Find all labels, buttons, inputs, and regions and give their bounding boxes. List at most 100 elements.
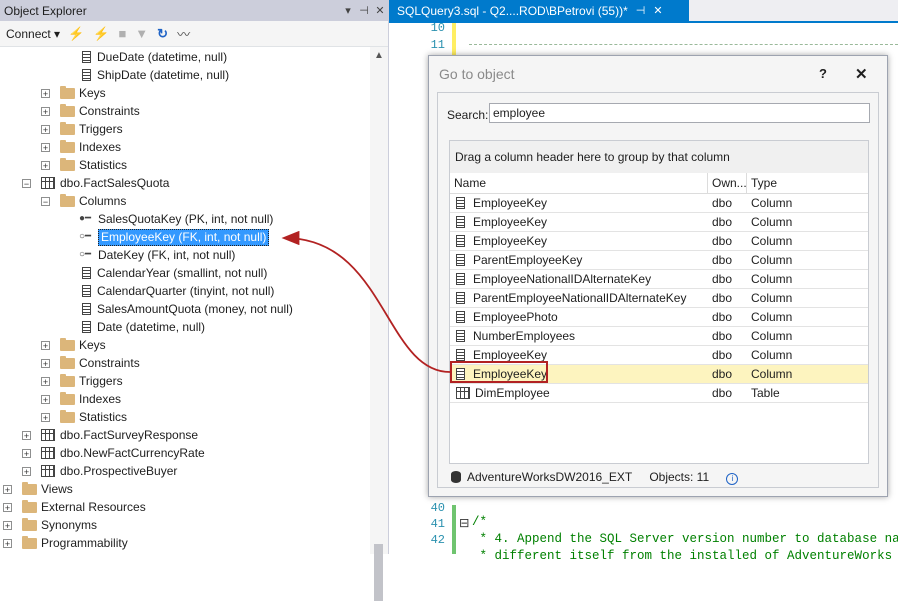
disconnect-icon[interactable]: ⚡ xyxy=(93,26,109,42)
expand-icon[interactable]: + xyxy=(41,395,50,405)
tree-node[interactable]: Synonyms xyxy=(22,516,97,534)
collapse-icon[interactable]: − xyxy=(22,179,31,189)
result-name-cell: EmployeeNationalIDAlternateKey xyxy=(456,270,706,289)
tree-node[interactable]: Constraints xyxy=(60,102,140,120)
close-icon[interactable]: ✕ xyxy=(372,4,388,17)
column-header-owner[interactable]: Own... xyxy=(708,173,747,193)
expand-icon[interactable]: + xyxy=(41,359,50,369)
code-separator xyxy=(469,44,898,45)
result-row[interactable]: EmployeePhoto dbo Column xyxy=(450,308,868,327)
tree-node[interactable]: Constraints xyxy=(60,354,140,372)
folder-icon xyxy=(60,355,75,369)
result-row[interactable]: ParentEmployeeKey dbo Column xyxy=(450,251,868,270)
column-header-name[interactable]: Name xyxy=(450,173,708,193)
expand-icon[interactable]: + xyxy=(3,539,12,549)
group-by-panel[interactable]: Drag a column header here to group by th… xyxy=(450,141,868,174)
tree-node[interactable]: ○━ DateKey (FK, int, not null) xyxy=(79,246,235,264)
tree-node[interactable]: ●━ SalesQuotaKey (PK, int, not null) xyxy=(79,210,273,228)
table-icon xyxy=(456,387,470,399)
expand-icon[interactable]: + xyxy=(3,503,12,513)
code-line[interactable]: /* xyxy=(472,515,487,529)
code-line[interactable]: * 4. Append the SQL Server version numbe… xyxy=(472,532,898,546)
tree-node[interactable]: Views xyxy=(22,480,73,498)
scrollbar-thumb[interactable] xyxy=(374,544,383,601)
pin-icon[interactable]: ⊣ xyxy=(356,4,372,17)
tree-node[interactable]: Date (datetime, null) xyxy=(79,318,205,336)
result-type-cell: Column xyxy=(751,196,793,210)
expand-icon[interactable]: + xyxy=(41,413,50,423)
expand-icon[interactable]: + xyxy=(22,449,31,459)
tree-node[interactable]: CalendarYear (smallint, not null) xyxy=(79,264,267,282)
tree-node[interactable]: External Resources xyxy=(22,498,146,516)
connect-icon[interactable]: ⚡ xyxy=(68,26,84,42)
scroll-up-icon[interactable]: ▲ xyxy=(374,50,384,61)
result-row[interactable]: EmployeeKey dbo Column xyxy=(450,213,868,232)
tree-node[interactable]: Programmability xyxy=(22,534,128,552)
result-row[interactable]: DimEmployee dbo Table xyxy=(450,384,868,403)
expand-icon[interactable]: + xyxy=(41,377,50,387)
result-name: EmployeeKey xyxy=(473,234,548,248)
help-button[interactable]: ? xyxy=(819,66,827,81)
result-row[interactable]: EmployeeNationalIDAlternateKey dbo Column xyxy=(450,270,868,289)
tree-node[interactable]: Indexes xyxy=(60,390,121,408)
tree-node[interactable]: Triggers xyxy=(60,372,123,390)
collapse-toggle[interactable]: ⊟ xyxy=(459,515,469,531)
info-icon[interactable]: i xyxy=(726,473,739,485)
expand-icon[interactable]: + xyxy=(22,467,31,477)
column-icon xyxy=(82,51,91,63)
window-position-icon[interactable]: ▾ xyxy=(340,4,356,17)
result-row[interactable]: NumberEmployees dbo Column xyxy=(450,327,868,346)
result-row[interactable]: EmployeeKey dbo Column xyxy=(450,232,868,251)
tree-node[interactable]: dbo.NewFactCurrencyRate xyxy=(41,444,205,462)
tree-node[interactable]: DueDate (datetime, null) xyxy=(79,48,227,66)
expand-icon[interactable]: + xyxy=(41,89,50,99)
tree-node[interactable]: dbo.ProspectiveBuyer xyxy=(41,462,177,480)
expand-icon[interactable]: + xyxy=(41,161,50,171)
tree-node[interactable]: dbo.FactSurveyResponse xyxy=(41,426,198,444)
tree-node[interactable]: dbo.FactSalesQuota xyxy=(41,174,169,192)
stop-icon[interactable]: ■ xyxy=(118,26,126,41)
result-row[interactable]: EmployeeKey dbo Column xyxy=(450,194,868,213)
close-button[interactable]: ✕ xyxy=(855,65,868,83)
activity-monitor-icon[interactable]: 〰 xyxy=(177,24,190,43)
expand-icon[interactable]: + xyxy=(41,143,50,153)
tree-node[interactable]: Statistics xyxy=(60,156,127,174)
expand-icon[interactable]: + xyxy=(3,521,12,531)
column-header-type[interactable]: Type xyxy=(747,173,868,193)
filter-icon[interactable]: ▼ xyxy=(135,26,148,41)
tree-node[interactable]: Keys xyxy=(60,336,106,354)
column-icon xyxy=(456,197,465,209)
tree-node[interactable]: Triggers xyxy=(60,120,123,138)
result-row[interactable]: ParentEmployeeNationalIDAlternateKey dbo C… xyxy=(450,289,868,308)
expand-icon[interactable]: + xyxy=(41,107,50,117)
tree-node[interactable]: ShipDate (datetime, null) xyxy=(79,66,229,84)
tree-node[interactable]: Statistics xyxy=(60,408,127,426)
tab-pin-icon[interactable]: ⊣ xyxy=(636,4,646,17)
tab-close-icon[interactable]: ✕ xyxy=(653,4,662,17)
expand-icon[interactable]: + xyxy=(41,341,50,351)
connect-button[interactable]: Connect ▾ xyxy=(6,27,60,41)
folder-icon xyxy=(60,157,75,171)
column-icon xyxy=(456,330,465,342)
collapse-icon[interactable]: − xyxy=(41,197,50,207)
tree-node[interactable]: SalesAmountQuota (money, not null) xyxy=(79,300,293,318)
search-input[interactable]: employee xyxy=(489,103,870,123)
vertical-scrollbar[interactable]: ▲ xyxy=(370,47,388,601)
tree-node[interactable]: Keys xyxy=(60,84,106,102)
tree-node[interactable]: CalendarQuarter (tinyint, not null) xyxy=(79,282,274,300)
tree-node-label: Views xyxy=(41,482,73,496)
code-line[interactable]: * different itself from the installed of… xyxy=(472,549,893,563)
expand-icon[interactable]: + xyxy=(22,431,31,441)
tree-node[interactable]: ○━ EmployeeKey (FK, int, not null) xyxy=(79,228,270,246)
folder-icon xyxy=(60,193,75,207)
tree-node[interactable]: Indexes xyxy=(60,138,121,156)
status-database: AdventureWorksDW2016_EXT xyxy=(467,470,632,484)
expand-icon[interactable]: + xyxy=(3,485,12,495)
folder-icon xyxy=(60,121,75,135)
expand-icon[interactable]: + xyxy=(41,125,50,135)
tree-node-label: dbo.ProspectiveBuyer xyxy=(60,464,178,478)
query-tab[interactable]: SQLQuery3.sql - Q2....ROD\BPetrovi (55))… xyxy=(389,0,697,21)
tree-node-label: SalesQuotaKey (PK, int, not null) xyxy=(98,212,274,226)
refresh-icon[interactable]: ↻ xyxy=(157,26,168,42)
tree-node[interactable]: Columns xyxy=(60,192,126,210)
